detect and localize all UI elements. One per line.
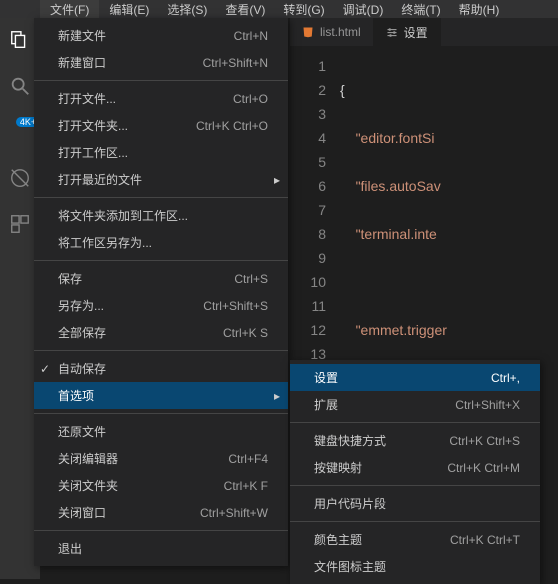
tab-list-html[interactable]: list.html: [290, 18, 374, 46]
menu-new-window[interactable]: 新建窗口Ctrl+Shift+N: [34, 49, 288, 76]
menu-exit[interactable]: 退出: [34, 535, 288, 562]
tab-bar: list.html 设置: [290, 18, 558, 46]
chevron-right-icon: ▸: [274, 389, 280, 403]
submenu-user-snippets[interactable]: 用户代码片段: [290, 490, 540, 517]
preferences-submenu: 设置Ctrl+, 扩展Ctrl+Shift+X 键盘快捷方式Ctrl+K Ctr…: [290, 360, 540, 584]
menu-new-file[interactable]: 新建文件Ctrl+N: [34, 22, 288, 49]
debug-icon[interactable]: [8, 166, 32, 190]
submenu-icon-theme[interactable]: 文件图标主题: [290, 553, 540, 580]
menu-save-all[interactable]: 全部保存Ctrl+K S: [34, 319, 288, 346]
submenu-extensions[interactable]: 扩展Ctrl+Shift+X: [290, 391, 540, 418]
menu-save[interactable]: 保存Ctrl+S: [34, 265, 288, 292]
tab-label: list.html: [320, 25, 361, 39]
menu-save-workspace-as[interactable]: 将工作区另存为...: [34, 229, 288, 256]
file-menu: 新建文件Ctrl+N 新建窗口Ctrl+Shift+N 打开文件...Ctrl+…: [34, 18, 288, 566]
menu-bar: 文件(F) 编辑(E) 选择(S) 查看(V) 转到(G) 调试(D) 终端(T…: [0, 0, 558, 18]
menu-separator: [34, 350, 288, 351]
menu-separator: [34, 260, 288, 261]
menu-close-window[interactable]: 关闭窗口Ctrl+Shift+W: [34, 499, 288, 526]
menu-open-folder[interactable]: 打开文件夹...Ctrl+K Ctrl+O: [34, 112, 288, 139]
menu-separator: [34, 80, 288, 81]
menu-preferences[interactable]: 首选项▸: [34, 382, 288, 409]
submenu-keymaps[interactable]: 按键映射Ctrl+K Ctrl+M: [290, 454, 540, 481]
menu-save-as[interactable]: 另存为...Ctrl+Shift+S: [34, 292, 288, 319]
files-icon[interactable]: [8, 28, 32, 52]
extensions-icon[interactable]: [8, 212, 32, 236]
menu-separator: [34, 530, 288, 531]
submenu-color-theme[interactable]: 颜色主题Ctrl+K Ctrl+T: [290, 526, 540, 553]
menu-separator: [290, 485, 540, 486]
menu-separator: [290, 521, 540, 522]
chevron-right-icon: ▸: [274, 173, 280, 187]
menu-open-recent[interactable]: 打开最近的文件▸: [34, 166, 288, 193]
check-icon: ✓: [40, 362, 50, 376]
menu-add-folder-workspace[interactable]: 将文件夹添加到工作区...: [34, 202, 288, 229]
menu-close-folder[interactable]: 关闭文件夹Ctrl+K F: [34, 472, 288, 499]
search-icon[interactable]: [8, 74, 32, 98]
menu-auto-save[interactable]: ✓自动保存: [34, 355, 288, 382]
tab-settings[interactable]: 设置: [374, 18, 441, 46]
menu-open-file[interactable]: 打开文件...Ctrl+O: [34, 85, 288, 112]
source-control-icon[interactable]: 4K+: [8, 120, 32, 144]
menu-separator: [34, 413, 288, 414]
menu-separator: [290, 422, 540, 423]
menu-revert-file[interactable]: 还原文件: [34, 418, 288, 445]
submenu-settings[interactable]: 设置Ctrl+,: [290, 364, 540, 391]
menu-separator: [34, 197, 288, 198]
submenu-keyboard-shortcuts[interactable]: 键盘快捷方式Ctrl+K Ctrl+S: [290, 427, 540, 454]
menu-close-editor[interactable]: 关闭编辑器Ctrl+F4: [34, 445, 288, 472]
tab-label: 设置: [404, 24, 428, 41]
menu-open-workspace[interactable]: 打开工作区...: [34, 139, 288, 166]
